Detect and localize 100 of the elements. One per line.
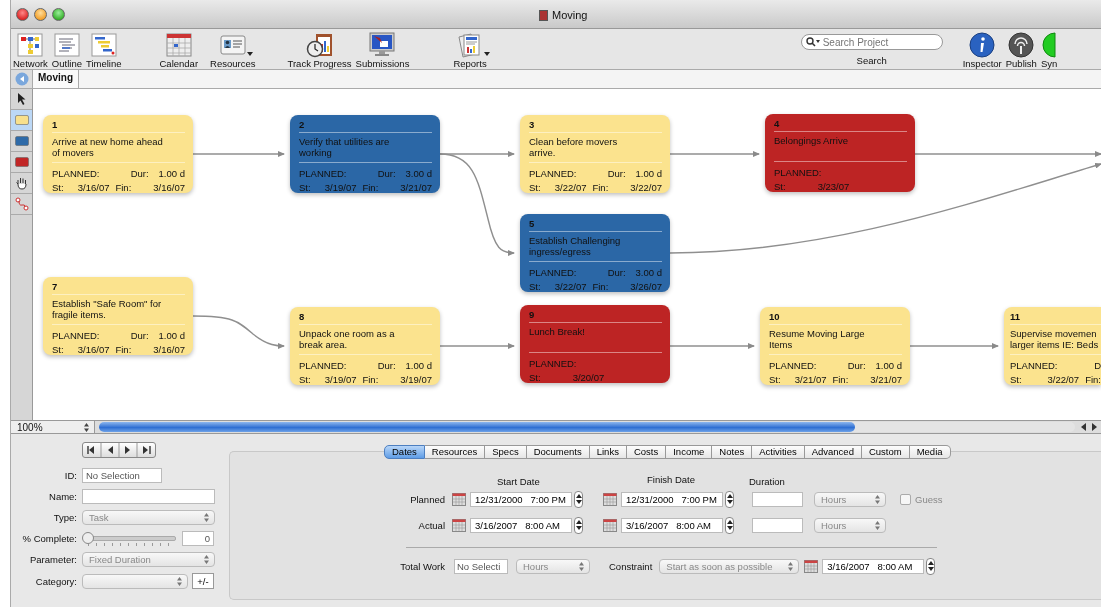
toolbar-button[interactable]: Reports (451, 31, 489, 69)
horizontal-scrollbar[interactable] (99, 422, 1075, 432)
planned-label: PLANNED: (52, 167, 100, 179)
checkbox[interactable] (900, 493, 911, 505)
updown-arrows-icon (579, 561, 584, 571)
tab[interactable]: Activities (752, 445, 805, 459)
tab[interactable]: Dates (384, 445, 425, 459)
text-field[interactable]: No Selection (82, 468, 162, 483)
date-field[interactable]: 3/16/2007 8:00 AM (470, 517, 572, 533)
search-field[interactable]: Search Project (800, 34, 943, 50)
task-title: Establish Challenging ingress/egress (529, 232, 662, 262)
finish-label: Fin: (115, 343, 132, 355)
zoom-button[interactable] (52, 7, 65, 21)
finish-date: 3/21/07 (400, 181, 432, 193)
start-label: St: (1010, 373, 1022, 385)
task-node[interactable]: 1 Arrive at new home ahead of movers PLANNED: Dur: 1.00 d St: 3/16/07 Fin: 3/16/07 (43, 115, 193, 193)
document-tab[interactable]: Moving (33, 70, 79, 88)
calendar-icon[interactable] (804, 559, 819, 573)
task-node[interactable]: 7 Establish "Safe Room" for fragile items. PLANNED: Dur: 1.00 d St: 3/16/07 Fin: 3/16/07 (43, 277, 193, 355)
tab[interactable]: Advanced (804, 445, 862, 459)
start-label: St: (299, 181, 311, 193)
toolbar-button[interactable]: Inspector (960, 31, 1004, 69)
stepper[interactable] (725, 490, 734, 508)
task-node-icon (14, 136, 29, 146)
start-date: 3/20/07 (572, 371, 605, 383)
stepper[interactable] (926, 557, 936, 575)
task-node[interactable]: 8 Unpack one room as a break area. PLANNED: Dur: 1.00 d St: 3/19/07 Fin: 3/19/07 (290, 307, 440, 385)
minimize-button[interactable] (34, 7, 47, 21)
date-field[interactable]: 3/16/2007 8:00 AM (621, 517, 723, 533)
planned-label: PLANNED: (769, 359, 817, 371)
stepper[interactable] (725, 516, 734, 534)
task-number: 3 (529, 119, 662, 133)
field-label: Parameter: (29, 554, 77, 565)
task-node[interactable]: 11 Supervise movemen larger items IE: Beds PLANNED: D St: 3/22/07 Fin: (1004, 307, 1101, 385)
tab[interactable]: Specs (485, 445, 527, 459)
planned-label: PLANNED: (299, 167, 347, 179)
tab[interactable]: Notes (712, 445, 753, 459)
start-date: 3/19/07 (324, 181, 357, 193)
start-label: St: (52, 181, 64, 193)
task-number: 4 (774, 118, 907, 132)
search-icon (805, 37, 820, 47)
tab[interactable]: Custom (861, 445, 910, 459)
planned-label: PLANNED: (529, 357, 577, 369)
duration-value: 1.00 d (405, 359, 432, 371)
tab[interactable]: Documents (526, 445, 590, 459)
hand-icon (14, 176, 29, 190)
record-navigator[interactable] (82, 442, 156, 458)
duration-field[interactable] (752, 491, 803, 507)
toolbar-button[interactable]: Outline (49, 31, 84, 69)
tab[interactable]: Income (666, 445, 713, 459)
zoom-dropdown[interactable]: 100% (11, 421, 95, 433)
stepper[interactable] (574, 516, 583, 534)
toolbar-button[interactable]: Timeline (83, 31, 124, 69)
updown-arrows-icon (875, 494, 880, 504)
tab[interactable]: Links (589, 445, 627, 459)
toolbar-button[interactable]: Resources (208, 31, 258, 69)
column-header: Finish Date (647, 474, 696, 485)
tab[interactable]: Costs (626, 445, 667, 459)
close-button[interactable] (16, 7, 29, 21)
slider[interactable] (82, 531, 178, 546)
connector-icon (14, 197, 29, 211)
tab[interactable]: Resources (424, 445, 486, 459)
start-label: St: (52, 343, 64, 355)
text-field[interactable] (82, 489, 215, 504)
calendar-icon[interactable] (603, 492, 617, 506)
task-node-icon (14, 115, 29, 125)
duration-value: 1.00 d (158, 329, 185, 341)
percent-field[interactable]: 0 (182, 531, 214, 546)
calendar-icon[interactable] (452, 518, 466, 532)
task-number: 9 (529, 309, 662, 323)
tab[interactable]: Media (909, 445, 951, 459)
finish-date: 3/19/07 (400, 373, 432, 385)
task-number: 7 (52, 281, 185, 295)
calendar-icon[interactable] (452, 492, 466, 506)
date-field[interactable]: 12/31/2000 7:00 PM (621, 491, 723, 507)
toolbar-button[interactable]: Network (11, 31, 50, 69)
start-label: St: (529, 181, 541, 193)
column-header: Start Date (497, 476, 540, 487)
monitor-icon (368, 31, 397, 58)
toolbar-button[interactable]: Publish (1003, 31, 1039, 69)
planned-label: PLANNED: (529, 266, 577, 278)
toolbar-button[interactable]: Syn (1038, 31, 1060, 69)
task-node[interactable]: 3 Clean before movers arrive. PLANNED: Dur: 1.00 d St: 3/22/07 Fin: 3/22/07 (520, 115, 670, 193)
start-label: St: (529, 280, 541, 292)
stepper[interactable] (574, 490, 583, 508)
date-field[interactable]: 12/31/2000 7:00 PM (470, 491, 572, 507)
toolbar-button[interactable]: Submissions (353, 31, 412, 69)
add-remove-button[interactable]: +/- (192, 573, 214, 589)
scroll-arrows-icon[interactable] (1080, 423, 1098, 431)
total-work-field[interactable]: No Selecti (454, 558, 508, 574)
toolbar-button[interactable]: Track Progress (285, 31, 354, 69)
duration-label: Dur: (847, 359, 866, 371)
duration-field[interactable] (752, 517, 803, 533)
calendar-icon[interactable] (603, 518, 617, 532)
task-title: Unpack one room as a break area. (299, 325, 432, 355)
duration-value: 3.00 d (635, 266, 662, 278)
toolbar-button[interactable]: Calendar (157, 31, 201, 69)
date-field[interactable]: 3/16/2007 8:00 AM (822, 558, 925, 574)
start-label: St: (774, 180, 786, 192)
task-node[interactable]: 10 Resume Moving Large Items PLANNED: Dur: 1.00 d St: 3/21/07 Fin: 3/21/07 (760, 307, 910, 385)
